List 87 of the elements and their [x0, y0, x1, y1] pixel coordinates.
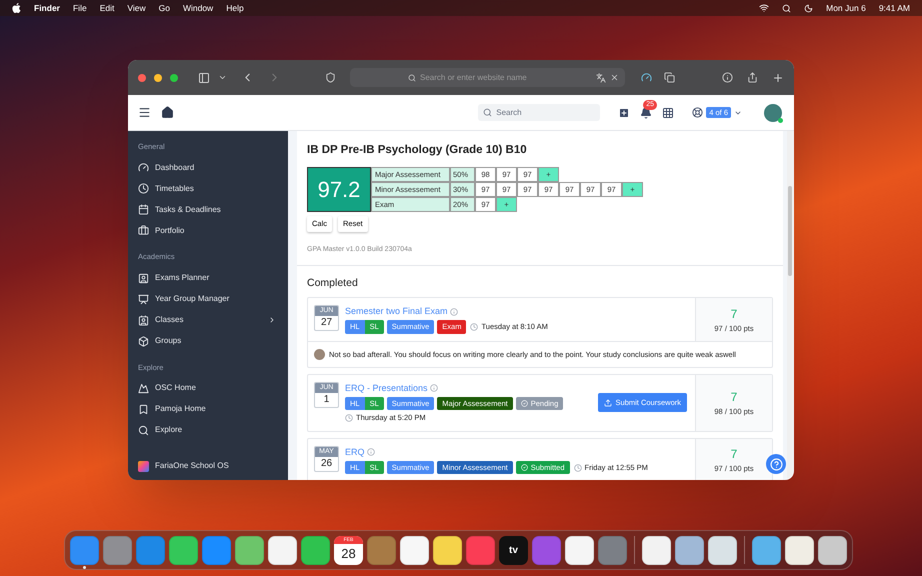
sidebar-item[interactable]: Year Group Manager	[138, 288, 278, 310]
bell-icon[interactable]	[640, 106, 652, 118]
search-field[interactable]: Search	[478, 104, 600, 121]
section-heading: Completed	[307, 276, 359, 291]
app-icon[interactable]	[642, 536, 671, 564]
upload-icon	[604, 398, 612, 406]
course-title: IB DP Pre-IB Psychology (Grade 10) B10	[307, 143, 528, 158]
apps-grid-icon[interactable]	[662, 106, 674, 118]
sidebar-item[interactable]: Classes	[138, 310, 278, 330]
grade-value: 7	[730, 306, 738, 322]
contact-icon	[138, 314, 149, 326]
cube-icon	[138, 336, 149, 346]
tabs-icon[interactable]	[664, 72, 675, 83]
sidebar-item[interactable]: Pamoja Home	[138, 398, 278, 420]
average-score: 97.2	[307, 167, 371, 212]
sidebar-item[interactable]: Portfolio	[138, 220, 278, 242]
menu-item[interactable]: File	[72, 2, 87, 14]
search-icon	[483, 108, 492, 117]
search-icon	[138, 424, 149, 436]
lifebuoy-icon	[692, 107, 704, 118]
app-icon[interactable]	[752, 536, 781, 564]
menu-icon[interactable]	[138, 106, 151, 119]
menu-app-name[interactable]: Finder	[34, 2, 60, 14]
menu-item[interactable]: View	[127, 2, 146, 14]
app-icon[interactable]	[565, 536, 594, 564]
clock-icon	[345, 414, 353, 422]
home-icon[interactable]	[161, 106, 174, 119]
moon-icon[interactable]	[804, 4, 814, 12]
new-tab-icon[interactable]	[772, 72, 784, 84]
sidebar-item[interactable]: Exams Planner	[138, 268, 278, 288]
app-icon[interactable]	[708, 536, 737, 564]
app-icon[interactable]	[785, 536, 814, 564]
clock-icon	[574, 464, 582, 472]
search-icon[interactable]	[782, 4, 792, 12]
address-input[interactable]: Search or enter website name	[420, 72, 540, 84]
sidebar-item[interactable]: Timetables	[138, 178, 278, 200]
chevron-right-icon	[268, 316, 276, 324]
search-input[interactable]: Search	[496, 106, 586, 118]
grade-value: 7	[730, 446, 738, 464]
check-circle-icon	[520, 400, 528, 408]
wifi-icon[interactable]	[759, 3, 770, 13]
presentation-icon	[138, 294, 149, 304]
menu-item[interactable]: Window	[182, 2, 214, 14]
bookmark-icon	[138, 404, 149, 415]
share-icon[interactable]	[747, 72, 758, 83]
chevron-down-icon[interactable]	[218, 73, 227, 82]
app-icon[interactable]	[675, 536, 704, 564]
close-icon[interactable]	[610, 73, 619, 82]
help-icon	[770, 458, 782, 470]
mountain-icon	[138, 382, 149, 394]
calendar-icon	[138, 204, 149, 216]
sidebar-footer-link[interactable]: FariaOne School OS	[138, 460, 278, 472]
menu-item[interactable]: Edit	[100, 2, 114, 14]
running-indicator	[83, 566, 86, 568]
app-icon[interactable]	[268, 536, 297, 564]
shield-icon[interactable]	[325, 72, 336, 83]
menu-date[interactable]: Mon Jun 6	[826, 2, 866, 14]
app-icon[interactable]	[400, 536, 429, 564]
app-icon[interactable]	[818, 536, 847, 564]
address-field[interactable]: Search or enter website name	[350, 68, 625, 87]
sidebar-item[interactable]: OSC Home	[138, 378, 278, 399]
menu-time[interactable]: 9:41 AM	[878, 2, 910, 14]
sidebar-item[interactable]: Groups	[138, 330, 278, 352]
info-icon[interactable]	[722, 72, 733, 83]
sidebar-item[interactable]: Dashboard	[138, 157, 278, 178]
user-avatar[interactable]	[764, 104, 782, 122]
user-card-icon	[138, 272, 149, 284]
menu-item[interactable]: Help	[226, 2, 244, 14]
sidebar-toggle-icon[interactable]	[198, 72, 210, 84]
app-icon[interactable]	[433, 536, 462, 564]
apple-logo-icon[interactable]	[12, 3, 21, 13]
clock-icon	[470, 322, 478, 331]
gauge-icon	[138, 162, 149, 174]
sidebar-item[interactable]: Tasks & Deadlines	[138, 199, 278, 220]
sidebar-item[interactable]: Explore	[138, 420, 278, 441]
search-icon	[408, 74, 416, 82]
clock-icon	[138, 183, 149, 194]
translate-icon[interactable]	[596, 72, 606, 82]
tv-app-icon[interactable]: tv	[499, 536, 528, 564]
gauge-icon[interactable]	[641, 72, 652, 83]
app-logo-icon	[138, 460, 149, 472]
add-icon[interactable]	[618, 106, 630, 118]
menu-item[interactable]: Go	[158, 2, 170, 14]
commenter-avatar	[314, 348, 325, 360]
grade-value: 7	[730, 388, 738, 406]
check-circle-icon	[520, 464, 528, 472]
briefcase-icon	[138, 225, 149, 236]
